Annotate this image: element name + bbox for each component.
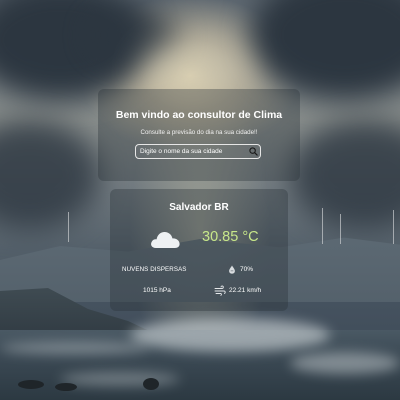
- temperature-value: 30.85 °C: [202, 229, 259, 245]
- humidity-value: 70%: [240, 266, 254, 273]
- humidity-drop-icon: [229, 265, 235, 274]
- pressure-value: 1015 hPa: [143, 287, 171, 294]
- search-box: [135, 144, 261, 159]
- weather-description: NUVENS DISPERSAS: [122, 266, 187, 273]
- welcome-title: Bem vindo ao consultor de Clima: [115, 109, 283, 121]
- wind-icon: [214, 285, 226, 296]
- cloud-icon: [151, 232, 180, 248]
- city-name: Salvador BR: [169, 202, 229, 213]
- welcome-subtitle: Consulte a previsão do dia na sua cidade…: [140, 129, 258, 136]
- city-search-input[interactable]: [136, 145, 246, 158]
- wind-speed-value: 22.21 km/h: [229, 287, 262, 294]
- search-panel: Bem vindo ao consultor de Clima Consulte…: [98, 89, 300, 181]
- search-icon: [248, 147, 258, 156]
- weather-card: Salvador BR 30.85 °C NUVENS DISPERSAS 70…: [110, 189, 288, 311]
- search-button[interactable]: [246, 145, 260, 158]
